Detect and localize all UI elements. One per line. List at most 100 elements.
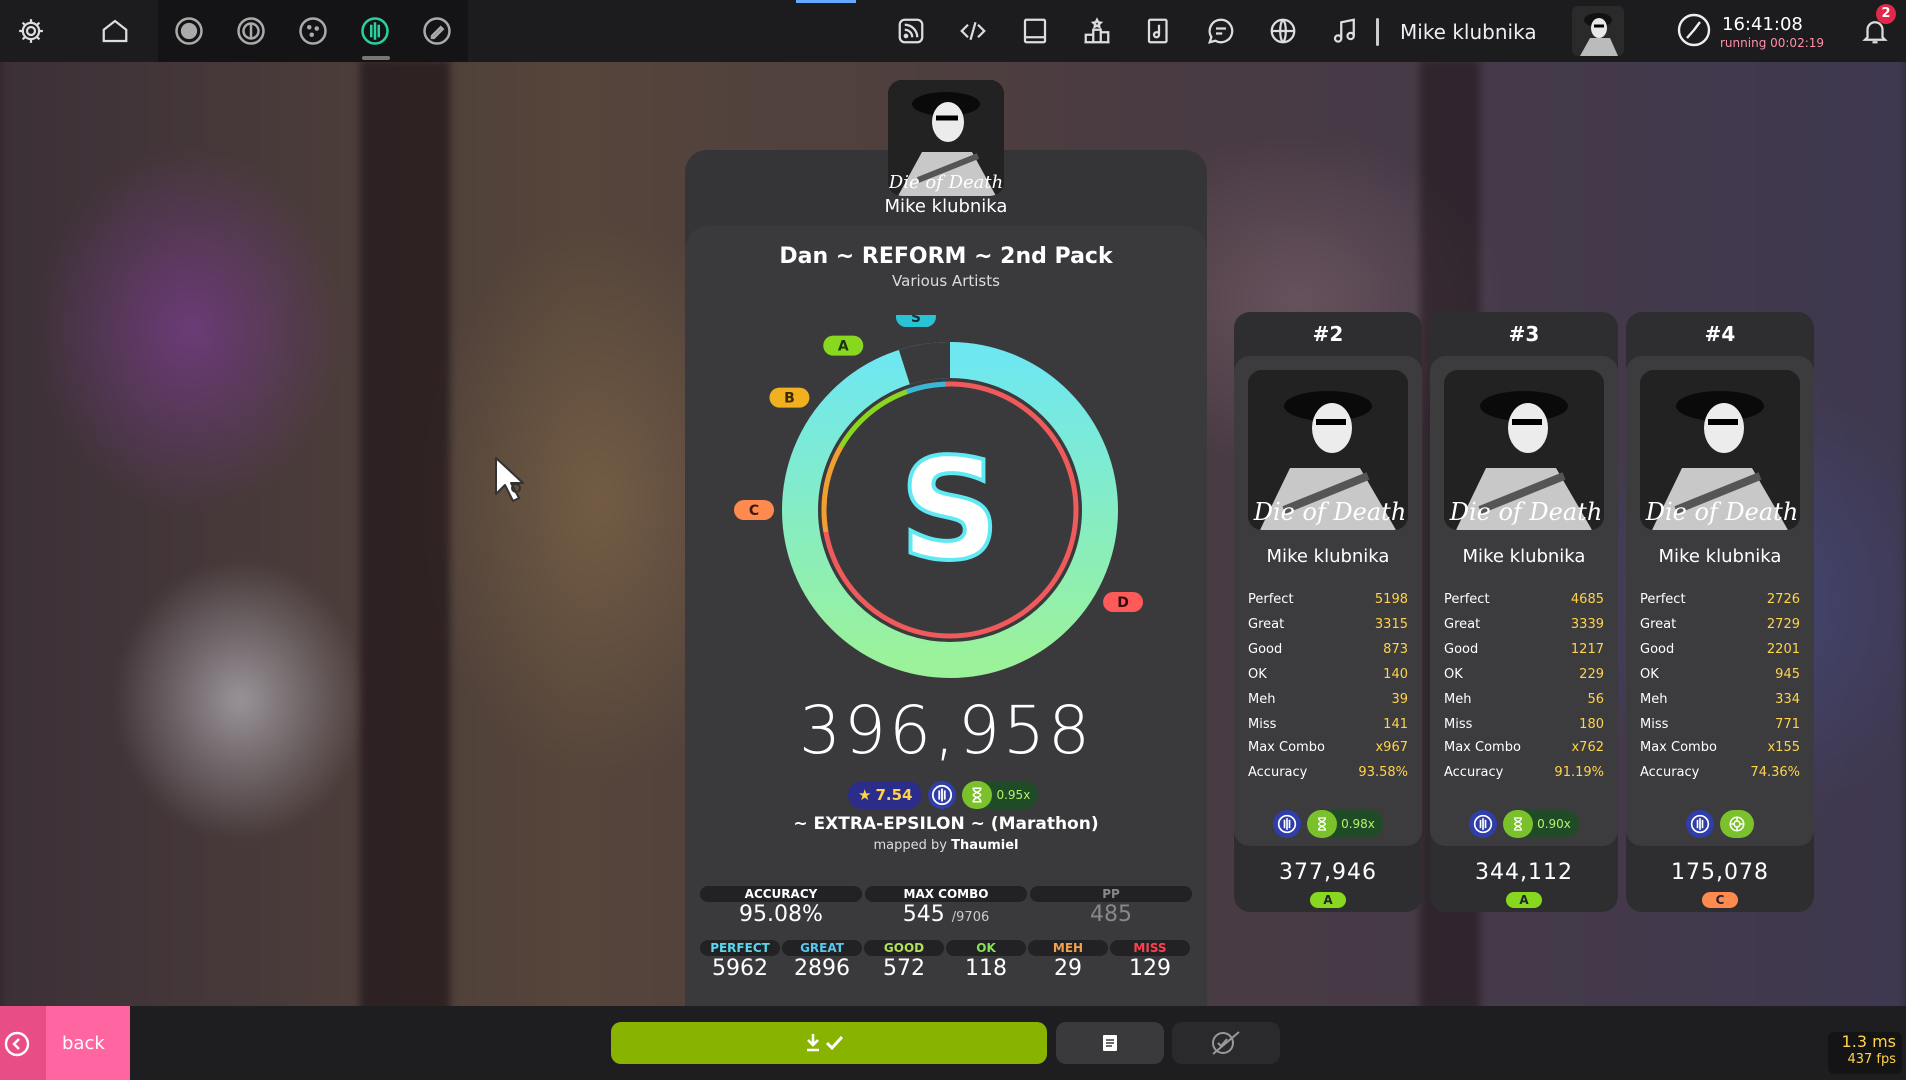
leaderboard-stat-row: Meh 39 [1248,692,1408,707]
leaderboard-stat-row: Miss 180 [1444,717,1604,732]
leaderboard-rank: #2 [1312,322,1344,346]
leaderboard-stat-value: 3315 [1374,617,1408,632]
speed-mod-badge[interactable]: 0.98x [1307,810,1383,838]
toolbar-divider [1376,18,1379,46]
leaderboard-stat-value: 945 [1775,667,1800,682]
star-icon: ★ [858,786,872,804]
leaderboard-stat-label: Great [1640,617,1677,632]
max-combo-value: 545 /9706 [865,902,1027,927]
accuracy-ring: S S A B C D [734,315,1144,678]
svg-text:B: B [784,391,795,407]
leaderboard-player-name: Mike klubnika [1658,546,1782,567]
leaderboard-accuracy: Accuracy 93.58% [1248,765,1408,780]
ruleset-taiko-button[interactable] [220,0,282,62]
rankings-button[interactable] [1066,0,1128,62]
hourglass-icon [1307,810,1338,838]
leaderboard-card[interactable]: #3 Die of Death Mike klubnika Perfect 4685 Gr… [1430,312,1618,912]
judgement-label-perfect: PERFECT [700,940,780,956]
grade-marker-d: D [1103,592,1144,613]
leaderboard-score: 377,946 [1279,860,1377,885]
clock-icon[interactable] [1676,12,1712,48]
hourglass-icon [1503,810,1534,838]
rss-button[interactable] [880,0,942,62]
notification-badge: 2 [1876,4,1896,24]
chat-button[interactable] [1190,0,1252,62]
ruleset-mania-button[interactable] [344,0,406,62]
leaderboard-mods: 0.90x [1430,810,1618,838]
leaderboard-stat-row: Great 3339 [1444,617,1604,632]
judgement-label-good: GOOD [864,940,944,956]
leaderboard-stat-value: 771 [1775,717,1800,732]
cover-caption: Die of Death [1253,498,1407,526]
leaderboard-avatar: Die of Death [1444,370,1604,530]
grade-marker-c: C [734,500,774,520]
leaderboard-score: 175,078 [1671,860,1769,885]
judgement-value-ok: 118 [965,956,1007,981]
dev-button[interactable] [942,0,1004,62]
clock-running-time: running 00:02:19 [1720,36,1825,50]
speed-mod-badge[interactable]: 0.95x [962,781,1039,809]
notifications-button[interactable] [1844,0,1906,62]
user-name[interactable]: Mike klubnika [1400,20,1537,44]
ruleset-extra-button[interactable] [406,0,468,62]
leaderboard-avatar: Die of Death [1640,370,1800,530]
watch-replay-button[interactable] [1172,1022,1280,1064]
social-button[interactable] [1252,0,1314,62]
star-rating-value: 7.54 [875,786,913,804]
now-playing-button[interactable] [1314,0,1376,62]
back-arrow-icon [4,1031,30,1057]
mania-mod-icon[interactable] [1469,810,1498,838]
max-combo-label: MAX COMBO [865,886,1027,902]
leaderboard-stat-row: Perfect 2726 [1640,592,1800,607]
osu-ruleset-icon [175,17,203,45]
leaderboard-stat-row: Good 2201 [1640,642,1800,657]
save-replay-button[interactable] [611,1022,1047,1064]
leaderboard-stat-label: Great [1248,617,1285,632]
globe-icon [1270,18,1296,44]
mania-mod-icon[interactable] [1273,810,1302,838]
judgement-label-miss: MISS [1110,940,1190,956]
difficulty-name: ~ EXTRA-EPSILON ~ (Marathon) [793,814,1099,834]
leaderboard-stat-value: 180 [1579,717,1604,732]
mania-mod-icon[interactable] [1686,810,1714,838]
leaderboard-stat-row: Miss 141 [1248,717,1408,732]
leaderboard-stat-label: OK [1248,667,1267,682]
player-name[interactable]: Mike klubnika [685,196,1207,217]
judgement-label-meh: MEH [1028,940,1108,956]
leaderboard-stat-label: Good [1248,642,1283,657]
svg-text:D: D [1117,595,1129,611]
leaderboard-stat-value: 229 [1579,667,1604,682]
mapper-name[interactable]: Thaumiel [951,838,1018,853]
ruleset-catch-button[interactable] [282,0,344,62]
leaderboard-stat-row: Great 2729 [1640,617,1800,632]
leaderboard-score: 344,112 [1475,860,1573,885]
replay-button[interactable] [1056,1022,1164,1064]
leaderboard-stat-value: 39 [1391,692,1408,707]
no-fail-mod-icon[interactable] [1720,810,1754,838]
leaderboard-card[interactable]: #2 Die of Death Mike klubnika Perfect 5198 Gr… [1234,312,1422,912]
settings-button[interactable] [0,0,62,62]
svg-text:A: A [838,339,849,355]
leaderboard-grade: C [1702,892,1738,908]
wiki-button[interactable] [1004,0,1066,62]
leaderboard-max-combo: Max Combo x762 [1444,740,1604,755]
mapper-line: mapped by Thaumiel [685,838,1207,853]
leaderboard-stat-value: 56 [1587,692,1604,707]
speed-mod-badge[interactable]: 0.90x [1503,810,1579,838]
leaderboard-stat-label: Perfect [1444,592,1490,607]
home-button[interactable] [84,0,146,62]
ruleset-osu-button[interactable] [158,0,220,62]
leaderboard-stat-value: 2729 [1766,617,1800,632]
leaderboard-card[interactable]: #4 Die of Death Mike klubnika Perfect 2726 Gr… [1626,312,1814,912]
leaderboard-grade: A [1506,892,1542,908]
judgement-value-good: 572 [883,956,925,981]
leaderboard-stat-label: Miss [1640,717,1669,732]
frame-time: 1.3 ms [1841,1032,1896,1051]
player-avatar[interactable]: Die of Death [888,80,1004,196]
accuracy-label: ACCURACY [700,886,862,902]
beatmap-listing-button[interactable] [1128,0,1190,62]
back-label: back [62,1033,105,1054]
avatar[interactable] [1572,6,1624,56]
fps-counter: 1.3 ms 437 fps [1828,1032,1902,1074]
mania-mod-icon[interactable] [928,781,957,809]
